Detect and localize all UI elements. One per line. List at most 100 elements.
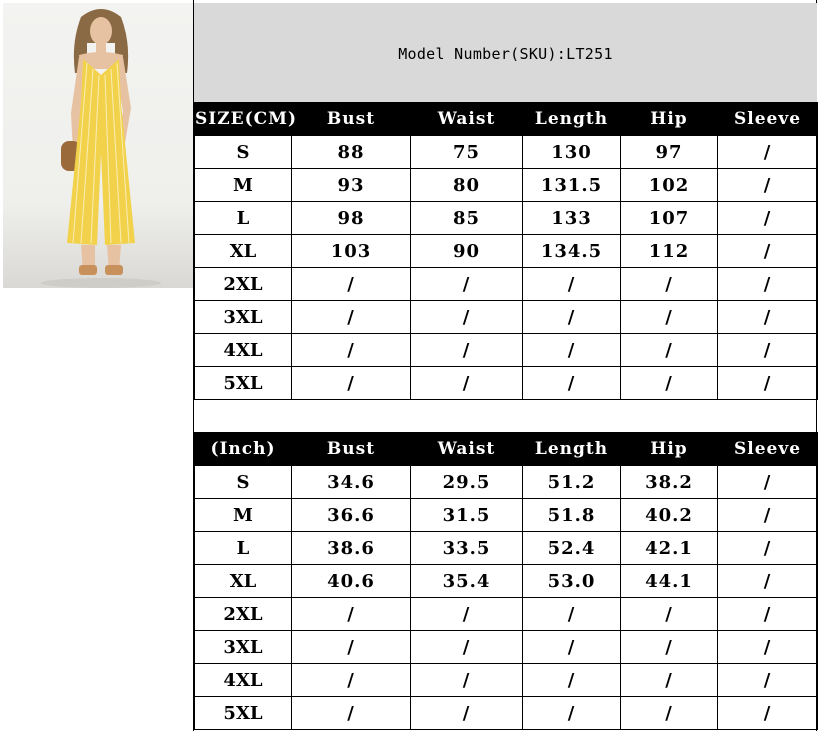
cell-bust: 34.6	[291, 465, 411, 499]
cell-length: /	[522, 300, 621, 334]
cell-bust: 36.6	[291, 498, 411, 532]
cell-waist: 33.5	[410, 531, 523, 565]
cell-size: 3XL	[194, 630, 292, 664]
cell-waist: /	[410, 267, 523, 301]
table-row: M 93 80 131.5 102/	[194, 168, 818, 202]
cell-waist: 31.5	[410, 498, 523, 532]
cell-size: M	[194, 168, 292, 202]
cell-length: /	[522, 267, 621, 301]
table-row: L 38.6 33.5 52.4 42.1/	[194, 531, 818, 565]
header-hip: Hip	[620, 432, 718, 466]
cell-sleeve: /	[717, 168, 818, 202]
cell-hip: 107	[620, 201, 718, 235]
table-row: S 88 75 130 97/	[194, 135, 818, 169]
cell-sleeve: /	[717, 366, 818, 400]
cell-size: 4XL	[194, 663, 292, 697]
cell-hip: /	[620, 597, 718, 631]
header-size: (Inch)	[194, 432, 292, 466]
cell-bust: 38.6	[291, 531, 411, 565]
cell-sleeve: /	[717, 135, 818, 169]
cell-size: S	[194, 135, 292, 169]
cell-sleeve: /	[717, 630, 818, 664]
cell-size: S	[194, 465, 292, 499]
cell-waist: 85	[410, 201, 523, 235]
cell-hip: /	[620, 630, 718, 664]
photo-panel	[0, 0, 194, 731]
cell-bust: /	[291, 696, 411, 730]
cell-length: /	[522, 597, 621, 631]
header-sleeve: Sleeve	[717, 102, 818, 136]
cell-waist: 75	[410, 135, 523, 169]
cell-size: 5XL	[194, 366, 292, 400]
cell-length: /	[522, 366, 621, 400]
cell-bust: /	[291, 597, 411, 631]
cell-hip: /	[620, 696, 718, 730]
cell-size: L	[194, 201, 292, 235]
table-row: 5XL / / / / /	[194, 366, 818, 400]
cell-waist: 35.4	[410, 564, 523, 598]
table-row: 3XL / / / / /	[194, 300, 818, 334]
cell-waist: 80	[410, 168, 523, 202]
cell-waist: /	[410, 366, 523, 400]
header-waist: Waist	[410, 432, 523, 466]
cell-length: 51.8	[522, 498, 621, 532]
cell-length: 131.5	[522, 168, 621, 202]
cell-size: 3XL	[194, 300, 292, 334]
cell-length: 51.2	[522, 465, 621, 499]
cell-hip: 112	[620, 234, 718, 268]
header-length: Length	[522, 432, 621, 466]
model-number-title: Model Number(SKU):LT251	[398, 44, 613, 63]
cell-waist: /	[410, 333, 523, 367]
size-table-cm: SIZE(CM) Bust Waist Length Hip Sleeve S8…	[194, 102, 818, 400]
cell-bust: /	[291, 630, 411, 664]
cell-bust: 40.6	[291, 564, 411, 598]
cell-hip: /	[620, 663, 718, 697]
table-row: 4XL / / / / /	[194, 663, 818, 697]
cell-waist: /	[410, 597, 523, 631]
cell-bust: /	[291, 663, 411, 697]
cell-length: /	[522, 333, 621, 367]
cell-length: 130	[522, 135, 621, 169]
cell-bust: /	[291, 333, 411, 367]
cell-hip: /	[620, 366, 718, 400]
cell-hip: 102	[620, 168, 718, 202]
cell-bust: /	[291, 267, 411, 301]
cell-sleeve: /	[717, 597, 818, 631]
cell-length: /	[522, 630, 621, 664]
cell-length: 133	[522, 201, 621, 235]
cell-length: 134.5	[522, 234, 621, 268]
cell-waist: /	[410, 663, 523, 697]
cell-sleeve: /	[717, 498, 818, 532]
cell-sleeve: /	[717, 465, 818, 499]
table-spacer	[194, 399, 817, 432]
cell-length: 52.4	[522, 531, 621, 565]
cell-size: XL	[194, 234, 292, 268]
cell-size: XL	[194, 564, 292, 598]
cell-bust: 103	[291, 234, 411, 268]
table-row: L 98 85 133 107/	[194, 201, 818, 235]
cell-length: 53.0	[522, 564, 621, 598]
cell-hip: 40.2	[620, 498, 718, 532]
cell-hip: 42.1	[620, 531, 718, 565]
header-size: SIZE(CM)	[194, 102, 296, 136]
size-table-inch: (Inch) Bust Waist Length Hip Sleeve S 34.…	[194, 432, 818, 730]
table-header-row: SIZE(CM) Bust Waist Length Hip Sleeve	[194, 102, 818, 136]
cell-waist: /	[410, 630, 523, 664]
cell-hip: /	[620, 300, 718, 334]
cell-bust: 93	[291, 168, 411, 202]
size-chart: Model Number(SKU):LT251 SIZE(CM) Bust Wa…	[194, 0, 818, 731]
table-row: 4XL / / / / /	[194, 333, 818, 367]
header-sleeve: Sleeve	[717, 432, 818, 466]
title-banner: Model Number(SKU):LT251	[194, 3, 817, 102]
cell-waist: /	[410, 696, 523, 730]
cell-length: /	[522, 663, 621, 697]
cell-length: /	[522, 696, 621, 730]
cell-size: 2XL	[194, 597, 292, 631]
table-row: 2XL / / / / /	[194, 597, 818, 631]
table-row: XL 103 90 134.5 112/	[194, 234, 818, 268]
cell-sleeve: /	[717, 267, 818, 301]
header-bust: Bust	[291, 432, 411, 466]
cell-sleeve: /	[717, 234, 818, 268]
cell-bust: 88	[291, 135, 411, 169]
cell-sleeve: /	[717, 333, 818, 367]
